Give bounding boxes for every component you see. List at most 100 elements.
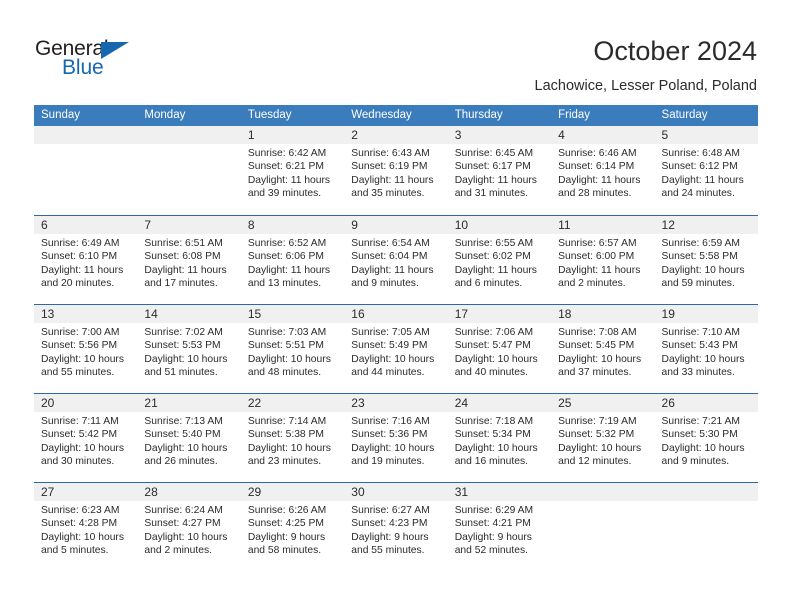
day-detail-line: Daylight: 11 hours <box>41 264 124 276</box>
calendar-day-cell[interactable]: 19 Sunrise: 7:10 AM Sunset: 5:43 PM Dayligh… <box>654 305 758 393</box>
day-detail-line: Sunrise: 6:48 AM <box>661 148 740 159</box>
day-detail-line: Daylight: 9 hours <box>351 531 429 543</box>
day-detail-line: Sunset: 5:58 PM <box>661 251 738 263</box>
calendar-day-cell[interactable]: 23 Sunrise: 7:16 AM Sunset: 5:36 PM Dayligh… <box>344 394 448 482</box>
calendar-day-cell-empty <box>551 483 655 571</box>
day-detail-line: Daylight: 11 hours <box>558 174 641 186</box>
day-details: Sunrise: 6:46 AM Sunset: 6:14 PM Daylight:… <box>551 144 654 201</box>
calendar-day-cell[interactable]: 20 Sunrise: 7:11 AM Sunset: 5:42 PM Dayligh… <box>34 394 138 482</box>
calendar-day-cell[interactable]: 21 Sunrise: 7:13 AM Sunset: 5:40 PM Dayligh… <box>137 394 241 482</box>
weekday-header-friday: Friday <box>558 109 591 121</box>
calendar-day-cell[interactable]: 6 Sunrise: 6:49 AM Sunset: 6:10 PM Daylight… <box>34 216 138 304</box>
day-details: Sunrise: 6:48 AM Sunset: 6:12 PM Daylight:… <box>655 144 758 201</box>
calendar-day-cell[interactable]: 11 Sunrise: 6:57 AM Sunset: 6:00 PM Dayligh… <box>551 216 655 304</box>
calendar-day-cell[interactable]: 28 Sunrise: 6:24 AM Sunset: 4:27 PM Dayligh… <box>137 483 241 571</box>
calendar-day-cell[interactable]: 14 Sunrise: 7:02 AM Sunset: 5:53 PM Dayligh… <box>137 305 241 393</box>
day-detail-line: Sunset: 4:23 PM <box>351 518 428 530</box>
calendar-day-cell[interactable]: 27 Sunrise: 6:23 AM Sunset: 4:28 PM Dayligh… <box>34 483 138 571</box>
day-detail-line: Sunrise: 6:23 AM <box>41 505 120 516</box>
day-detail-line: Sunrise: 6:45 AM <box>454 148 534 159</box>
day-detail-line: Sunrise: 7:19 AM <box>558 416 637 427</box>
day-detail-line: Sunset: 6:17 PM <box>454 161 531 173</box>
day-number: 18 <box>551 305 655 323</box>
calendar-day-cell[interactable]: 15 Sunrise: 7:03 AM Sunset: 5:51 PM Dayligh… <box>240 305 345 393</box>
day-number: 24 <box>447 394 552 412</box>
day-detail-line: and 5 minutes. <box>41 545 109 557</box>
day-details: Sunrise: 7:16 AM Sunset: 5:36 PM Daylight:… <box>344 412 447 469</box>
calendar-day-cell[interactable]: 5 Sunrise: 6:48 AM Sunset: 6:12 PM Daylight… <box>654 126 758 215</box>
calendar-day-cell[interactable]: 9 Sunrise: 6:54 AM Sunset: 6:04 PM Daylight… <box>344 216 448 304</box>
day-detail-line: and 55 minutes. <box>351 545 425 557</box>
calendar-day-cell[interactable]: 4 Sunrise: 6:46 AM Sunset: 6:14 PM Daylight… <box>551 126 655 215</box>
day-details: Sunrise: 6:54 AM Sunset: 6:04 PM Daylight:… <box>344 234 447 291</box>
day-details: Sunrise: 6:24 AM Sunset: 4:27 PM Daylight:… <box>137 501 240 558</box>
day-detail-line: Sunset: 5:47 PM <box>454 340 531 352</box>
calendar-day-cell[interactable]: 3 Sunrise: 6:45 AM Sunset: 6:17 PM Daylight… <box>447 126 552 215</box>
day-detail-line: Sunrise: 6:42 AM <box>247 148 327 159</box>
day-detail-line: Sunrise: 6:59 AM <box>661 238 740 249</box>
calendar-day-cell[interactable]: 10 Sunrise: 6:55 AM Sunset: 6:02 PM Dayligh… <box>447 216 552 304</box>
calendar-day-cell-empty <box>654 483 758 571</box>
calendar-day-cell[interactable]: 13 Sunrise: 7:00 AM Sunset: 5:56 PM Dayligh… <box>34 305 138 393</box>
day-detail-line: Sunrise: 7:13 AM <box>144 416 223 427</box>
day-detail-line: Sunrise: 7:00 AM <box>41 327 120 338</box>
day-number: 21 <box>137 394 241 412</box>
day-detail-line: and 59 minutes. <box>661 278 735 290</box>
day-number: 2 <box>344 126 448 144</box>
day-detail-line: Daylight: 11 hours <box>351 174 434 186</box>
day-detail-line: Sunrise: 7:08 AM <box>558 327 637 338</box>
day-detail-line: Daylight: 10 hours <box>558 353 642 365</box>
day-number: 20 <box>34 394 138 412</box>
day-detail-line: Sunset: 5:38 PM <box>247 429 324 441</box>
calendar-day-cell[interactable]: 7 Sunrise: 6:51 AM Sunset: 6:08 PM Daylight… <box>137 216 241 304</box>
generalblue-logo[interactable]: General Blue <box>35 38 165 84</box>
day-detail-line: Daylight: 10 hours <box>661 264 745 276</box>
calendar-day-cell[interactable]: 1 Sunrise: 6:42 AM Sunset: 6:21 PM Daylight… <box>240 126 345 215</box>
calendar-day-cell[interactable]: 12 Sunrise: 6:59 AM Sunset: 5:58 PM Dayligh… <box>654 216 758 304</box>
day-details: Sunrise: 7:10 AM Sunset: 5:43 PM Daylight:… <box>655 323 758 380</box>
calendar-weeks: 1 Sunrise: 6:42 AM Sunset: 6:21 PM Daylight… <box>34 126 758 571</box>
calendar-day-cell[interactable]: 8 Sunrise: 6:52 AM Sunset: 6:06 PM Daylight… <box>240 216 345 304</box>
day-details: Sunrise: 7:02 AM Sunset: 5:53 PM Daylight:… <box>137 323 240 380</box>
day-details: Sunrise: 7:14 AM Sunset: 5:38 PM Daylight:… <box>241 412 344 469</box>
day-detail-line: and 28 minutes. <box>558 188 632 200</box>
day-detail-line: Sunset: 6:02 PM <box>454 251 531 263</box>
calendar-day-cell[interactable]: 2 Sunrise: 6:43 AM Sunset: 6:19 PM Daylight… <box>344 126 448 215</box>
day-detail-line: and 58 minutes. <box>247 545 322 557</box>
day-detail-line: Sunrise: 6:55 AM <box>454 238 534 249</box>
day-details: Sunrise: 6:55 AM Sunset: 6:02 PM Daylight:… <box>448 234 551 291</box>
day-detail-line: Sunrise: 6:43 AM <box>351 148 430 159</box>
day-detail-line: Sunset: 4:21 PM <box>454 518 531 530</box>
day-detail-line: Daylight: 11 hours <box>661 174 744 186</box>
day-detail-line: Daylight: 10 hours <box>454 442 538 454</box>
day-detail-line: and 37 minutes. <box>558 367 632 379</box>
calendar-week-row: 20 Sunrise: 7:11 AM Sunset: 5:42 PM Dayligh… <box>34 393 758 482</box>
day-details: Sunrise: 6:27 AM Sunset: 4:23 PM Daylight:… <box>344 501 447 558</box>
calendar-day-cell[interactable]: 26 Sunrise: 7:21 AM Sunset: 5:30 PM Dayligh… <box>654 394 758 482</box>
day-detail-line: Sunset: 6:00 PM <box>558 251 635 263</box>
day-detail-line: Daylight: 11 hours <box>454 174 537 186</box>
calendar-day-cell[interactable]: 17 Sunrise: 7:06 AM Sunset: 5:47 PM Dayligh… <box>447 305 552 393</box>
calendar-day-cell[interactable]: 31 Sunrise: 6:29 AM Sunset: 4:21 PM Dayligh… <box>447 483 552 571</box>
calendar-day-cell[interactable]: 25 Sunrise: 7:19 AM Sunset: 5:32 PM Dayligh… <box>551 394 655 482</box>
calendar-day-cell[interactable]: 22 Sunrise: 7:14 AM Sunset: 5:38 PM Dayligh… <box>240 394 345 482</box>
calendar-day-cell[interactable]: 29 Sunrise: 6:26 AM Sunset: 4:25 PM Dayligh… <box>240 483 345 571</box>
calendar-day-cell[interactable]: 18 Sunrise: 7:08 AM Sunset: 5:45 PM Dayligh… <box>551 305 655 393</box>
day-number: 26 <box>654 394 758 412</box>
day-detail-line: Sunrise: 6:26 AM <box>247 505 327 516</box>
day-detail-line: and 30 minutes. <box>41 456 115 468</box>
day-number: 28 <box>137 483 241 501</box>
page-subtitle-location: Lachowice, Lesser Poland, Poland <box>534 78 757 94</box>
day-detail-line: Daylight: 10 hours <box>144 531 228 543</box>
day-details <box>34 144 137 147</box>
calendar-day-cell[interactable]: 30 Sunrise: 6:27 AM Sunset: 4:23 PM Dayligh… <box>344 483 448 571</box>
calendar-grid: Sunday Monday Tuesday Wednesday Thursday Frid… <box>34 105 758 571</box>
day-detail-line: Sunset: 5:40 PM <box>144 429 221 441</box>
day-number: 14 <box>137 305 241 323</box>
day-detail-line: Sunrise: 7:02 AM <box>144 327 223 338</box>
calendar-day-cell[interactable]: 24 Sunrise: 7:18 AM Sunset: 5:34 PM Dayligh… <box>447 394 552 482</box>
day-detail-line: Daylight: 11 hours <box>144 264 227 276</box>
calendar-day-cell[interactable]: 16 Sunrise: 7:05 AM Sunset: 5:49 PM Dayligh… <box>344 305 448 393</box>
day-detail-line: Sunset: 6:06 PM <box>247 251 324 263</box>
day-detail-line: Sunset: 5:43 PM <box>661 340 738 352</box>
